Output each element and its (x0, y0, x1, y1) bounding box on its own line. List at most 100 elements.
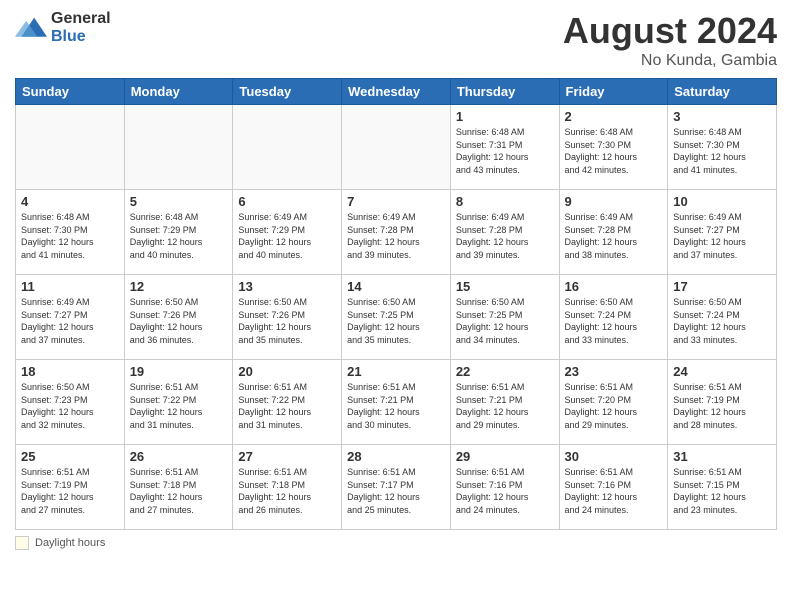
day-number: 4 (21, 194, 119, 209)
header-cell-wednesday: Wednesday (342, 79, 451, 105)
day-number: 15 (456, 279, 554, 294)
day-cell: 12Sunrise: 6:50 AM Sunset: 7:26 PM Dayli… (124, 275, 233, 360)
day-cell: 14 Sunrise: 6:50 AM Sunset: 7:25 PM Dayli… (342, 275, 451, 360)
calendar-subtitle: No Kunda, Gambia (563, 52, 777, 70)
day-cell: 22 Sunrise: 6:51 AM Sunset: 7:21 PM Dayli… (450, 360, 559, 445)
page: General Blue August 2024 No Kunda, Gambi… (0, 0, 792, 612)
logo-general-text: General (51, 10, 111, 28)
header-cell-sunday: Sunday (16, 79, 125, 105)
day-cell (342, 105, 451, 190)
day-cell: 10 Sunrise: 6:49 AM Sunset: 7:27 PM Dayli… (668, 190, 777, 275)
week-row-4: 18Sunrise: 6:50 AM Sunset: 7:23 PM Dayli… (16, 360, 777, 445)
day-number: 12 (130, 279, 228, 294)
day-number: 7 (347, 194, 445, 209)
day-number: 6 (238, 194, 336, 209)
calendar-title: August 2024 (563, 10, 777, 52)
day-number: 26 (130, 449, 228, 464)
week-row-5: 25Sunrise: 6:51 AM Sunset: 7:19 PM Dayli… (16, 445, 777, 530)
day-cell: 16 Sunrise: 6:50 AM Sunset: 7:24 PM Dayli… (559, 275, 668, 360)
calendar-body: 1 Sunrise: 6:48 AM Sunset: 7:31 PM Daylig… (16, 105, 777, 530)
day-number: 5 (130, 194, 228, 209)
day-number: 25 (21, 449, 119, 464)
day-cell: 7Sunrise: 6:49 AM Sunset: 7:28 PM Daylig… (342, 190, 451, 275)
day-cell (233, 105, 342, 190)
day-info: Sunrise: 6:51 AM Sunset: 7:18 PM Dayligh… (130, 466, 228, 516)
day-info: Sunrise: 6:50 AM Sunset: 7:24 PM Dayligh… (565, 296, 663, 346)
day-info: Sunrise: 6:50 AM Sunset: 7:25 PM Dayligh… (347, 296, 445, 346)
day-info: Sunrise: 6:49 AM Sunset: 7:27 PM Dayligh… (673, 211, 771, 261)
day-number: 3 (673, 109, 771, 124)
calendar-header: SundayMondayTuesdayWednesdayThursdayFrid… (16, 79, 777, 105)
day-number: 21 (347, 364, 445, 379)
day-cell: 30 Sunrise: 6:51 AM Sunset: 7:16 PM Dayli… (559, 445, 668, 530)
day-cell: 1 Sunrise: 6:48 AM Sunset: 7:31 PM Daylig… (450, 105, 559, 190)
day-cell: 28 Sunrise: 6:51 AM Sunset: 7:17 PM Dayli… (342, 445, 451, 530)
day-cell: 25Sunrise: 6:51 AM Sunset: 7:19 PM Dayli… (16, 445, 125, 530)
day-number: 14 (347, 279, 445, 294)
logo-blue-text: Blue (51, 28, 111, 46)
day-cell: 5Sunrise: 6:48 AM Sunset: 7:29 PM Daylig… (124, 190, 233, 275)
header-cell-tuesday: Tuesday (233, 79, 342, 105)
day-info: Sunrise: 6:51 AM Sunset: 7:20 PM Dayligh… (565, 381, 663, 431)
day-cell: 20Sunrise: 6:51 AM Sunset: 7:22 PM Dayli… (233, 360, 342, 445)
day-number: 30 (565, 449, 663, 464)
day-info: Sunrise: 6:48 AM Sunset: 7:31 PM Dayligh… (456, 126, 554, 176)
day-info: Sunrise: 6:50 AM Sunset: 7:25 PM Dayligh… (456, 296, 554, 346)
day-number: 22 (456, 364, 554, 379)
day-number: 10 (673, 194, 771, 209)
day-info: Sunrise: 6:51 AM Sunset: 7:16 PM Dayligh… (565, 466, 663, 516)
logo: General Blue (15, 10, 111, 45)
day-cell: 19 Sunrise: 6:51 AM Sunset: 7:22 PM Dayli… (124, 360, 233, 445)
day-info: Sunrise: 6:51 AM Sunset: 7:15 PM Dayligh… (673, 466, 771, 516)
day-info: Sunrise: 6:51 AM Sunset: 7:22 PM Dayligh… (130, 381, 228, 431)
header-cell-saturday: Saturday (668, 79, 777, 105)
title-area: August 2024 No Kunda, Gambia (563, 10, 777, 70)
day-cell: 13 Sunrise: 6:50 AM Sunset: 7:26 PM Dayli… (233, 275, 342, 360)
day-number: 29 (456, 449, 554, 464)
legend: Daylight hours (15, 536, 777, 550)
day-number: 1 (456, 109, 554, 124)
day-info: Sunrise: 6:48 AM Sunset: 7:30 PM Dayligh… (673, 126, 771, 176)
day-number: 8 (456, 194, 554, 209)
logo-text: General Blue (51, 10, 111, 45)
day-number: 9 (565, 194, 663, 209)
day-number: 31 (673, 449, 771, 464)
day-info: Sunrise: 6:48 AM Sunset: 7:30 PM Dayligh… (21, 211, 119, 261)
day-cell: 23 Sunrise: 6:51 AM Sunset: 7:20 PM Dayli… (559, 360, 668, 445)
day-info: Sunrise: 6:51 AM Sunset: 7:21 PM Dayligh… (347, 381, 445, 431)
day-info: Sunrise: 6:50 AM Sunset: 7:26 PM Dayligh… (238, 296, 336, 346)
day-cell: 4 Sunrise: 6:48 AM Sunset: 7:30 PM Daylig… (16, 190, 125, 275)
day-info: Sunrise: 6:49 AM Sunset: 7:28 PM Dayligh… (456, 211, 554, 261)
day-info: Sunrise: 6:49 AM Sunset: 7:27 PM Dayligh… (21, 296, 119, 346)
day-number: 11 (21, 279, 119, 294)
day-info: Sunrise: 6:48 AM Sunset: 7:30 PM Dayligh… (565, 126, 663, 176)
day-number: 27 (238, 449, 336, 464)
header-cell-thursday: Thursday (450, 79, 559, 105)
day-cell: 3 Sunrise: 6:48 AM Sunset: 7:30 PM Daylig… (668, 105, 777, 190)
day-info: Sunrise: 6:51 AM Sunset: 7:16 PM Dayligh… (456, 466, 554, 516)
day-number: 28 (347, 449, 445, 464)
day-cell (16, 105, 125, 190)
day-number: 2 (565, 109, 663, 124)
day-number: 16 (565, 279, 663, 294)
day-number: 23 (565, 364, 663, 379)
day-number: 19 (130, 364, 228, 379)
legend-label: Daylight hours (35, 537, 105, 549)
day-number: 13 (238, 279, 336, 294)
day-cell: 21 Sunrise: 6:51 AM Sunset: 7:21 PM Dayli… (342, 360, 451, 445)
day-cell (124, 105, 233, 190)
day-info: Sunrise: 6:50 AM Sunset: 7:23 PM Dayligh… (21, 381, 119, 431)
day-info: Sunrise: 6:49 AM Sunset: 7:29 PM Dayligh… (238, 211, 336, 261)
day-info: Sunrise: 6:51 AM Sunset: 7:18 PM Dayligh… (238, 466, 336, 516)
day-number: 17 (673, 279, 771, 294)
day-cell: 6 Sunrise: 6:49 AM Sunset: 7:29 PM Daylig… (233, 190, 342, 275)
day-cell: 17Sunrise: 6:50 AM Sunset: 7:24 PM Dayli… (668, 275, 777, 360)
day-info: Sunrise: 6:51 AM Sunset: 7:22 PM Dayligh… (238, 381, 336, 431)
day-cell: 9Sunrise: 6:49 AM Sunset: 7:28 PM Daylig… (559, 190, 668, 275)
week-row-1: 1 Sunrise: 6:48 AM Sunset: 7:31 PM Daylig… (16, 105, 777, 190)
legend-box (15, 536, 29, 550)
day-cell: 31 Sunrise: 6:51 AM Sunset: 7:15 PM Dayli… (668, 445, 777, 530)
day-cell: 2 Sunrise: 6:48 AM Sunset: 7:30 PM Daylig… (559, 105, 668, 190)
day-info: Sunrise: 6:51 AM Sunset: 7:21 PM Dayligh… (456, 381, 554, 431)
day-info: Sunrise: 6:51 AM Sunset: 7:17 PM Dayligh… (347, 466, 445, 516)
